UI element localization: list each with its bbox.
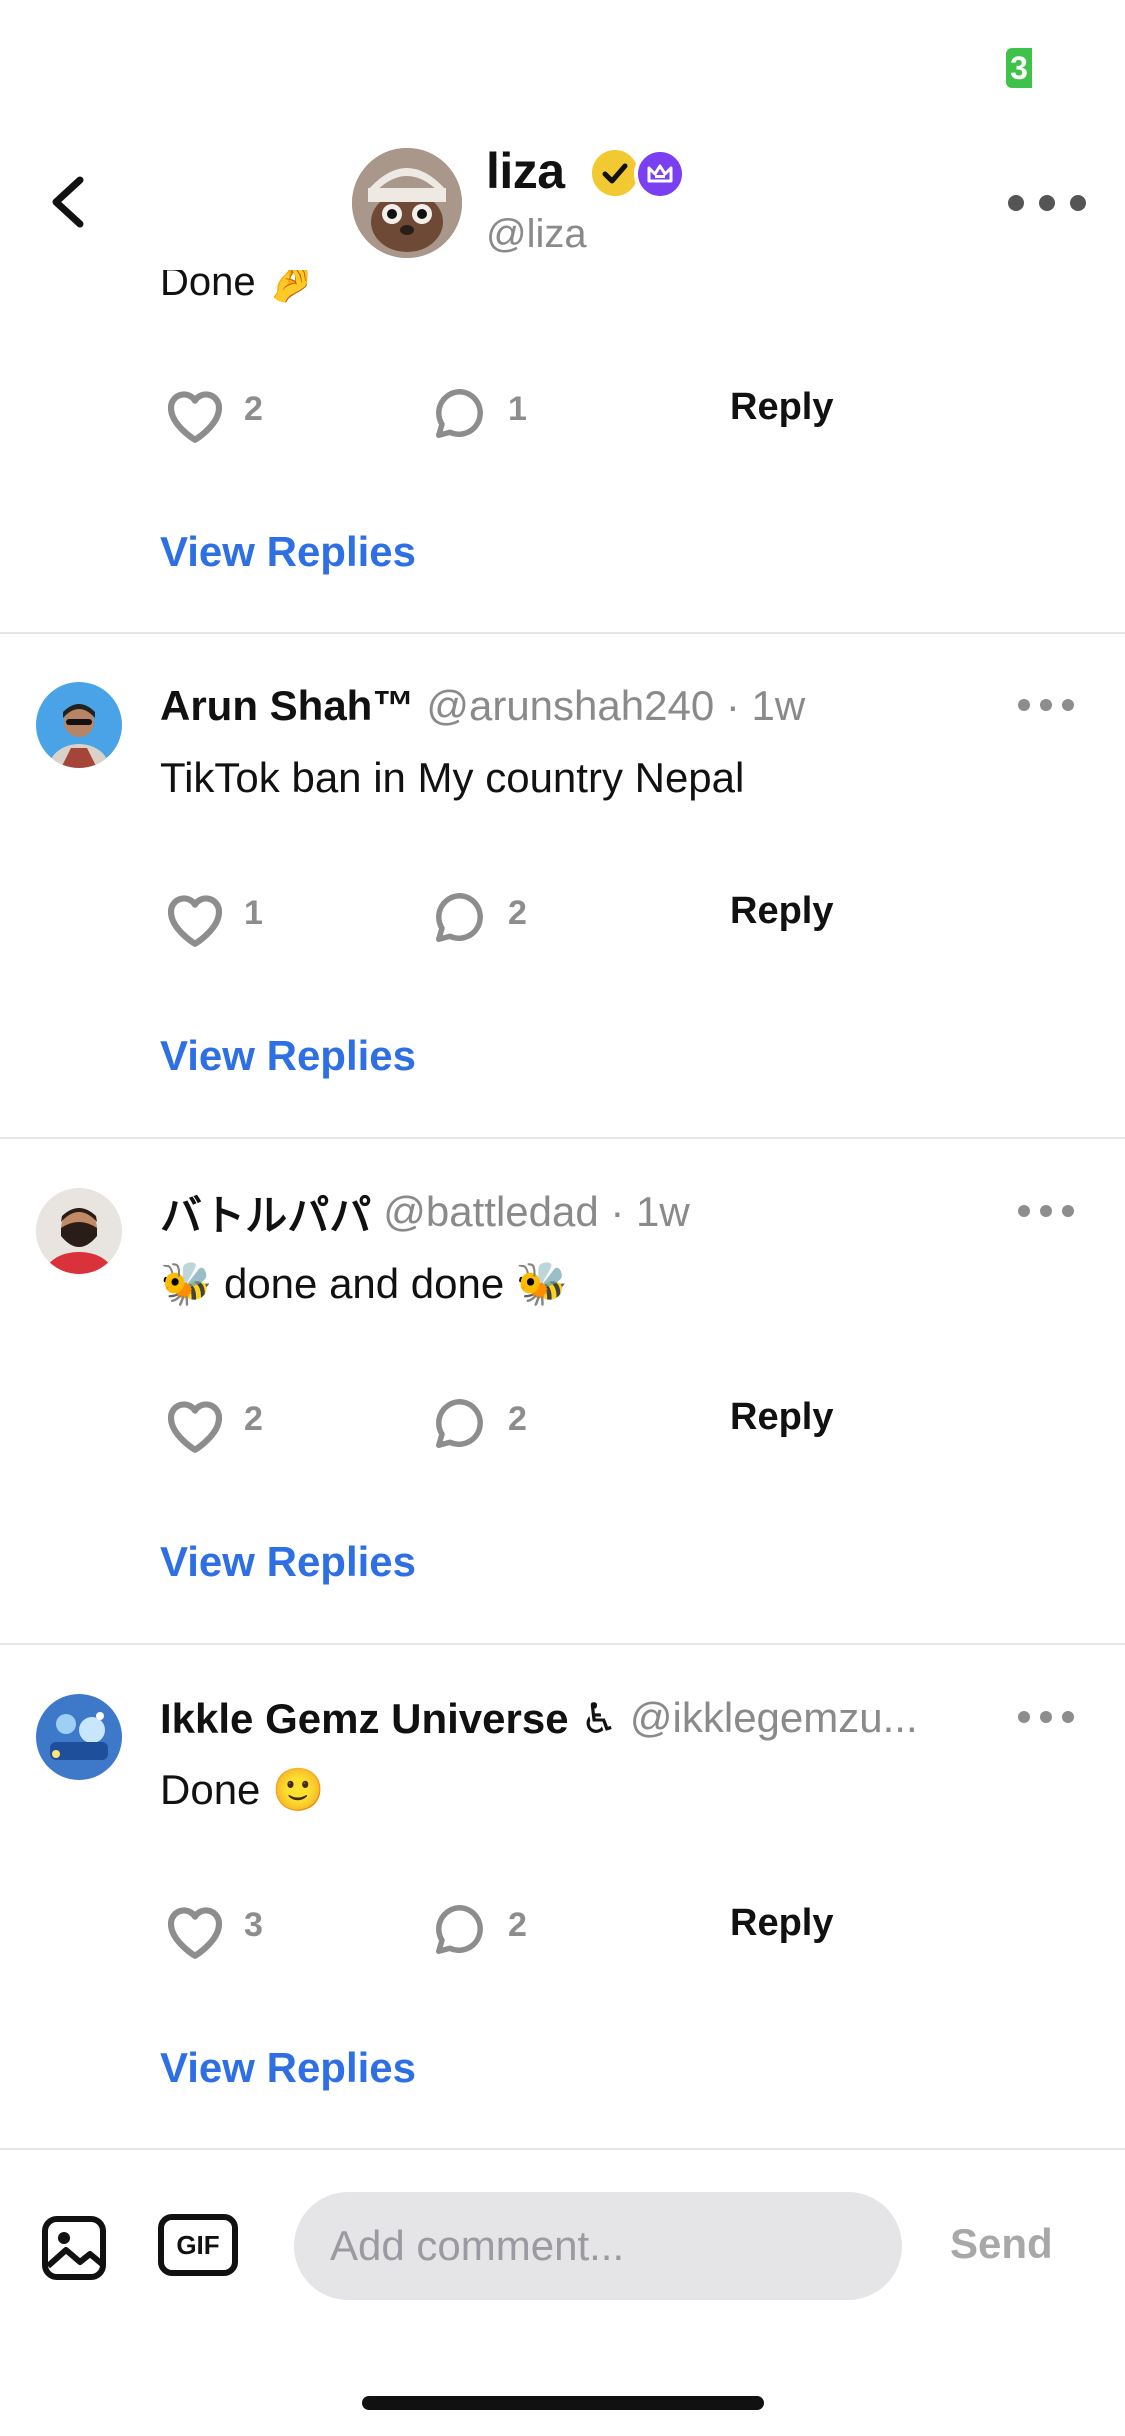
like-count: 1 bbox=[244, 894, 263, 932]
more-dots-icon[interactable] bbox=[1016, 1704, 1076, 1730]
divider bbox=[0, 1137, 1125, 1139]
reply-button[interactable]: Reply bbox=[730, 890, 833, 933]
heart-icon[interactable] bbox=[160, 1392, 230, 1454]
author-handle-time[interactable]: @arunshah240 · 1w bbox=[426, 682, 805, 730]
heart-icon[interactable] bbox=[160, 1898, 230, 1960]
comment-item: バトルパパ @battledad · 1w 🐝 done and done 🐝 … bbox=[0, 1140, 1125, 1645]
send-button[interactable]: Send bbox=[950, 2220, 1053, 2268]
avatar[interactable] bbox=[36, 1188, 122, 1274]
comment-meta: バトルパパ @battledad · 1w bbox=[160, 1188, 690, 1239]
profile-handle[interactable]: @liza bbox=[486, 212, 587, 257]
view-replies-link[interactable]: View Replies bbox=[160, 1538, 416, 1586]
more-dots-icon[interactable] bbox=[1004, 178, 1090, 228]
comment-meta: Arun Shah™ @arunshah240 · 1w bbox=[160, 682, 805, 730]
heart-icon[interactable] bbox=[160, 382, 230, 444]
author-name[interactable]: バトルパパ bbox=[160, 1182, 371, 1243]
view-replies-link[interactable]: View Replies bbox=[160, 2044, 416, 2092]
comment-item: Ikkle Gemz Universe ♿ @ikklegemzu... Don… bbox=[0, 1646, 1125, 2151]
comment-input[interactable] bbox=[294, 2192, 902, 2300]
comment-text: 🐝 done and done 🐝 bbox=[160, 1260, 569, 1307]
avatar[interactable] bbox=[36, 1694, 122, 1780]
reply-count: 2 bbox=[508, 1400, 527, 1438]
reply-count: 1 bbox=[508, 390, 527, 428]
speech-bubble-icon[interactable] bbox=[430, 886, 490, 948]
back-chevron-icon[interactable] bbox=[40, 170, 96, 234]
avatar[interactable] bbox=[36, 682, 122, 768]
reply-count: 2 bbox=[508, 1906, 527, 1944]
like-count: 2 bbox=[244, 390, 263, 428]
view-replies-link[interactable]: View Replies bbox=[160, 1032, 416, 1080]
crown-icon bbox=[634, 148, 686, 200]
divider bbox=[0, 1643, 1125, 1645]
comments-screen: Done 🤌 2 1 Reply View Replies Arun Shah™… bbox=[0, 0, 1125, 2436]
comment-text: TikTok ban in My country Nepal bbox=[160, 754, 745, 801]
speech-bubble-icon[interactable] bbox=[430, 1392, 490, 1454]
author-handle-time[interactable]: @battledad · 1w bbox=[383, 1188, 689, 1236]
author-name[interactable]: Arun Shah™ bbox=[160, 682, 414, 730]
heart-icon[interactable] bbox=[160, 886, 230, 948]
view-replies-link[interactable]: View Replies bbox=[160, 528, 416, 576]
image-icon[interactable] bbox=[40, 2214, 108, 2282]
status-badge: 3 bbox=[1006, 48, 1032, 88]
profile-name[interactable]: liza bbox=[486, 142, 565, 200]
like-count: 3 bbox=[244, 1906, 263, 1944]
speech-bubble-icon[interactable] bbox=[430, 382, 490, 444]
like-count: 2 bbox=[244, 1400, 263, 1438]
comment-text: Done 🙂 bbox=[160, 1766, 325, 1813]
speech-bubble-icon[interactable] bbox=[430, 1898, 490, 1960]
author-handle-time[interactable]: @ikklegemzu... bbox=[630, 1694, 918, 1742]
author-name[interactable]: Ikkle Gemz Universe ♿ bbox=[160, 1694, 618, 1743]
comment-composer: GIF Send bbox=[0, 2150, 1125, 2436]
more-dots-icon[interactable] bbox=[1016, 1198, 1076, 1224]
home-indicator bbox=[362, 2396, 764, 2410]
verified-check-icon bbox=[592, 150, 638, 196]
more-dots-icon[interactable] bbox=[1016, 692, 1076, 718]
comment-item: Arun Shah™ @arunshah240 · 1w TikTok ban … bbox=[0, 634, 1125, 1139]
profile-avatar[interactable] bbox=[352, 148, 462, 258]
comment-actions: 2 1 Reply bbox=[160, 376, 860, 446]
reply-count: 2 bbox=[508, 894, 527, 932]
comment-actions: 3 2 Reply bbox=[160, 1892, 860, 1962]
comment-meta: Ikkle Gemz Universe ♿ @ikklegemzu... bbox=[160, 1694, 918, 1742]
reply-button[interactable]: Reply bbox=[730, 1902, 833, 1945]
gif-button[interactable]: GIF bbox=[158, 2214, 238, 2276]
profile-header: 3 liza @liza bbox=[0, 0, 1125, 270]
comment-actions: 2 2 Reply bbox=[160, 1386, 860, 1456]
reply-button[interactable]: Reply bbox=[730, 1396, 833, 1439]
comment-actions: 1 2 Reply bbox=[160, 880, 860, 950]
reply-button[interactable]: Reply bbox=[730, 386, 833, 429]
